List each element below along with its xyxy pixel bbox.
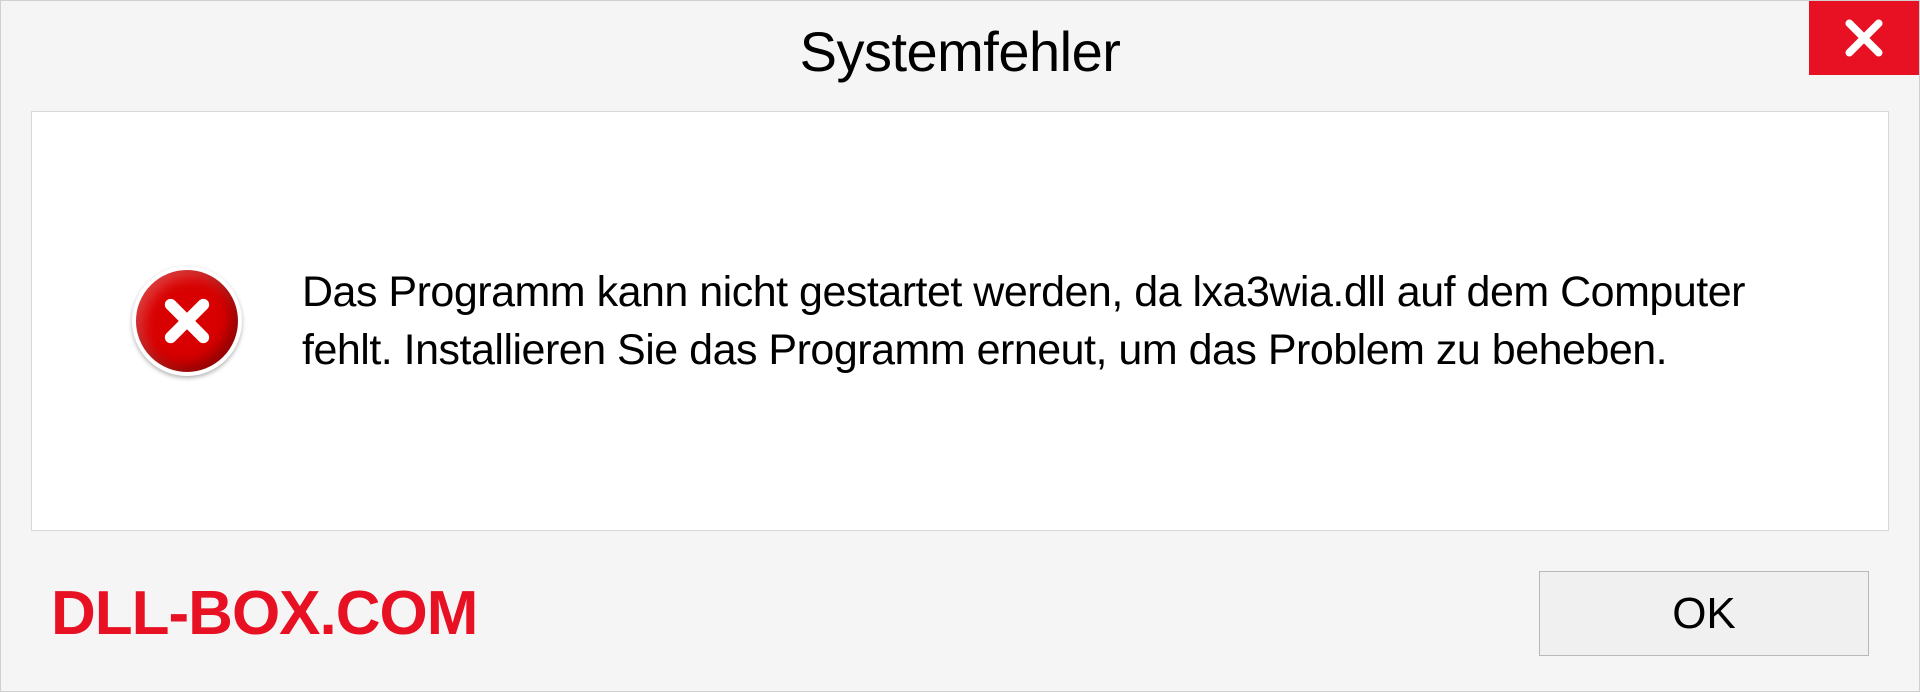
x-icon <box>159 293 215 349</box>
watermark-text: DLL-BOX.COM <box>51 578 477 649</box>
dialog-footer: DLL-BOX.COM OK <box>1 551 1919 691</box>
dialog-title: Systemfehler <box>800 19 1121 84</box>
system-error-dialog: Systemfehler Das Programm kann nicht ges… <box>0 0 1920 692</box>
titlebar: Systemfehler <box>1 1 1919 101</box>
ok-button[interactable]: OK <box>1539 571 1869 656</box>
error-icon <box>132 266 242 376</box>
close-icon <box>1842 16 1886 60</box>
close-button[interactable] <box>1809 1 1919 75</box>
error-message: Das Programm kann nicht gestartet werden… <box>302 263 1818 379</box>
content-panel: Das Programm kann nicht gestartet werden… <box>31 111 1889 531</box>
error-icon-wrap <box>132 266 242 376</box>
